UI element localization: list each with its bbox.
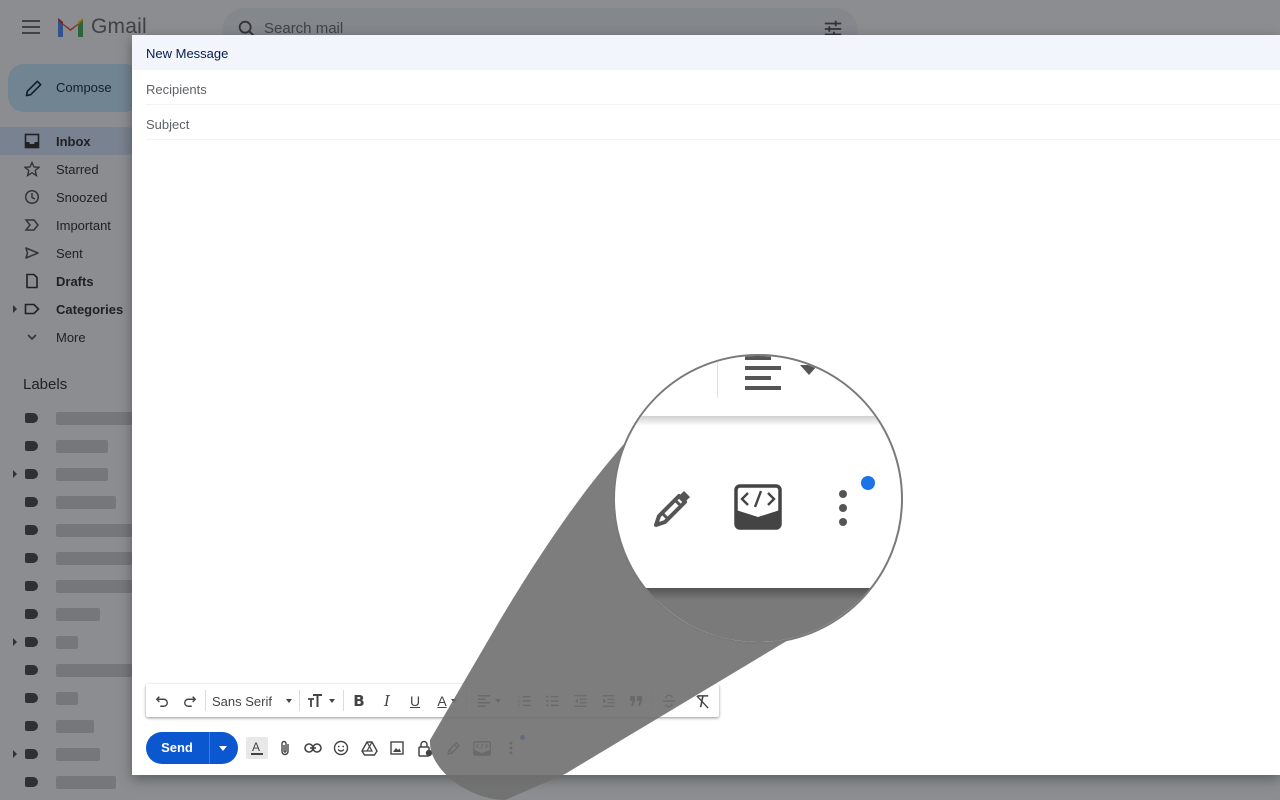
photo-icon	[390, 741, 404, 755]
numbered-list-icon: 123	[517, 694, 531, 708]
indent-more-icon	[601, 695, 615, 707]
indent-more-button[interactable]	[599, 692, 617, 710]
clear-formatting-icon	[695, 694, 709, 709]
signature-pen-icon	[446, 741, 460, 755]
bold-button[interactable]: B	[350, 692, 368, 710]
dropdown-arrow-icon	[285, 699, 292, 703]
quote-button[interactable]	[627, 692, 645, 710]
more-vert-icon	[509, 741, 513, 755]
send-label: Send	[161, 740, 193, 755]
compose-window: New Message Recipients Subject Sans Seri…	[132, 35, 1280, 775]
toolbar-divider	[466, 690, 467, 711]
subject-field[interactable]: Subject	[146, 105, 1280, 140]
strikethrough-icon	[662, 694, 676, 708]
confidential-mode-button[interactable]	[414, 737, 436, 759]
quote-icon	[630, 696, 642, 706]
send-button[interactable]: Send	[146, 732, 238, 764]
dropdown-arrow-icon	[329, 699, 335, 703]
more-options-button[interactable]	[504, 737, 518, 759]
undo-button[interactable]	[153, 692, 171, 710]
font-size-button[interactable]	[306, 692, 336, 710]
dropdown-arrow-icon	[495, 699, 501, 703]
text-format-icon: A	[251, 740, 263, 755]
indent-less-icon	[573, 695, 587, 707]
undo-icon	[155, 696, 168, 707]
svg-text:3: 3	[517, 703, 520, 708]
toolbar-divider	[343, 690, 344, 711]
html-editor-button[interactable]	[470, 737, 494, 759]
italic-button[interactable]: I	[378, 692, 396, 710]
remove-formatting-button[interactable]	[693, 692, 711, 710]
align-button[interactable]	[474, 692, 504, 710]
strikethrough-button[interactable]	[660, 692, 678, 710]
align-left-icon	[477, 694, 491, 708]
text-color-label: A	[437, 693, 447, 709]
indent-less-button[interactable]	[571, 692, 589, 710]
bulleted-list-icon	[545, 695, 559, 707]
insert-link-button[interactable]	[302, 737, 324, 759]
toolbar-divider	[651, 690, 652, 711]
recipients-field[interactable]: Recipients	[146, 70, 1280, 105]
message-body[interactable]	[146, 141, 1276, 676]
font-select[interactable]: Sans Serif	[212, 692, 294, 710]
insert-emoji-button[interactable]	[330, 737, 352, 759]
underline-button[interactable]: U	[406, 692, 424, 710]
link-icon	[304, 743, 322, 753]
attach-files-button[interactable]	[274, 737, 296, 759]
toolbar-divider	[299, 690, 300, 711]
drive-icon	[360, 740, 378, 756]
redo-button[interactable]	[181, 692, 199, 710]
dropdown-arrow-icon	[450, 699, 457, 703]
font-size-icon	[308, 694, 322, 707]
numbered-list-button[interactable]: 123	[515, 692, 533, 710]
insert-signature-button[interactable]	[442, 737, 464, 759]
font-select-label: Sans Serif	[212, 693, 272, 709]
insert-photo-button[interactable]	[386, 737, 408, 759]
insert-drive-button[interactable]	[358, 737, 380, 759]
text-color-button[interactable]: A	[434, 692, 460, 710]
bulleted-list-button[interactable]	[543, 692, 561, 710]
emoji-icon	[333, 740, 349, 756]
compose-title[interactable]: New Message	[132, 35, 1280, 70]
lock-clock-icon	[418, 740, 433, 757]
schedule-send-arrow-icon[interactable]	[219, 746, 227, 751]
send-divider	[209, 732, 210, 764]
html-code-icon	[473, 740, 491, 756]
attachment-icon	[281, 740, 289, 756]
toolbar-divider	[205, 690, 206, 711]
formatting-options-button[interactable]: A	[246, 737, 268, 759]
redo-icon	[184, 696, 197, 707]
notification-dot	[520, 735, 525, 740]
formatting-toolbar: Sans Serif B I U A 123	[146, 684, 719, 717]
svg-text:A: A	[252, 740, 260, 754]
